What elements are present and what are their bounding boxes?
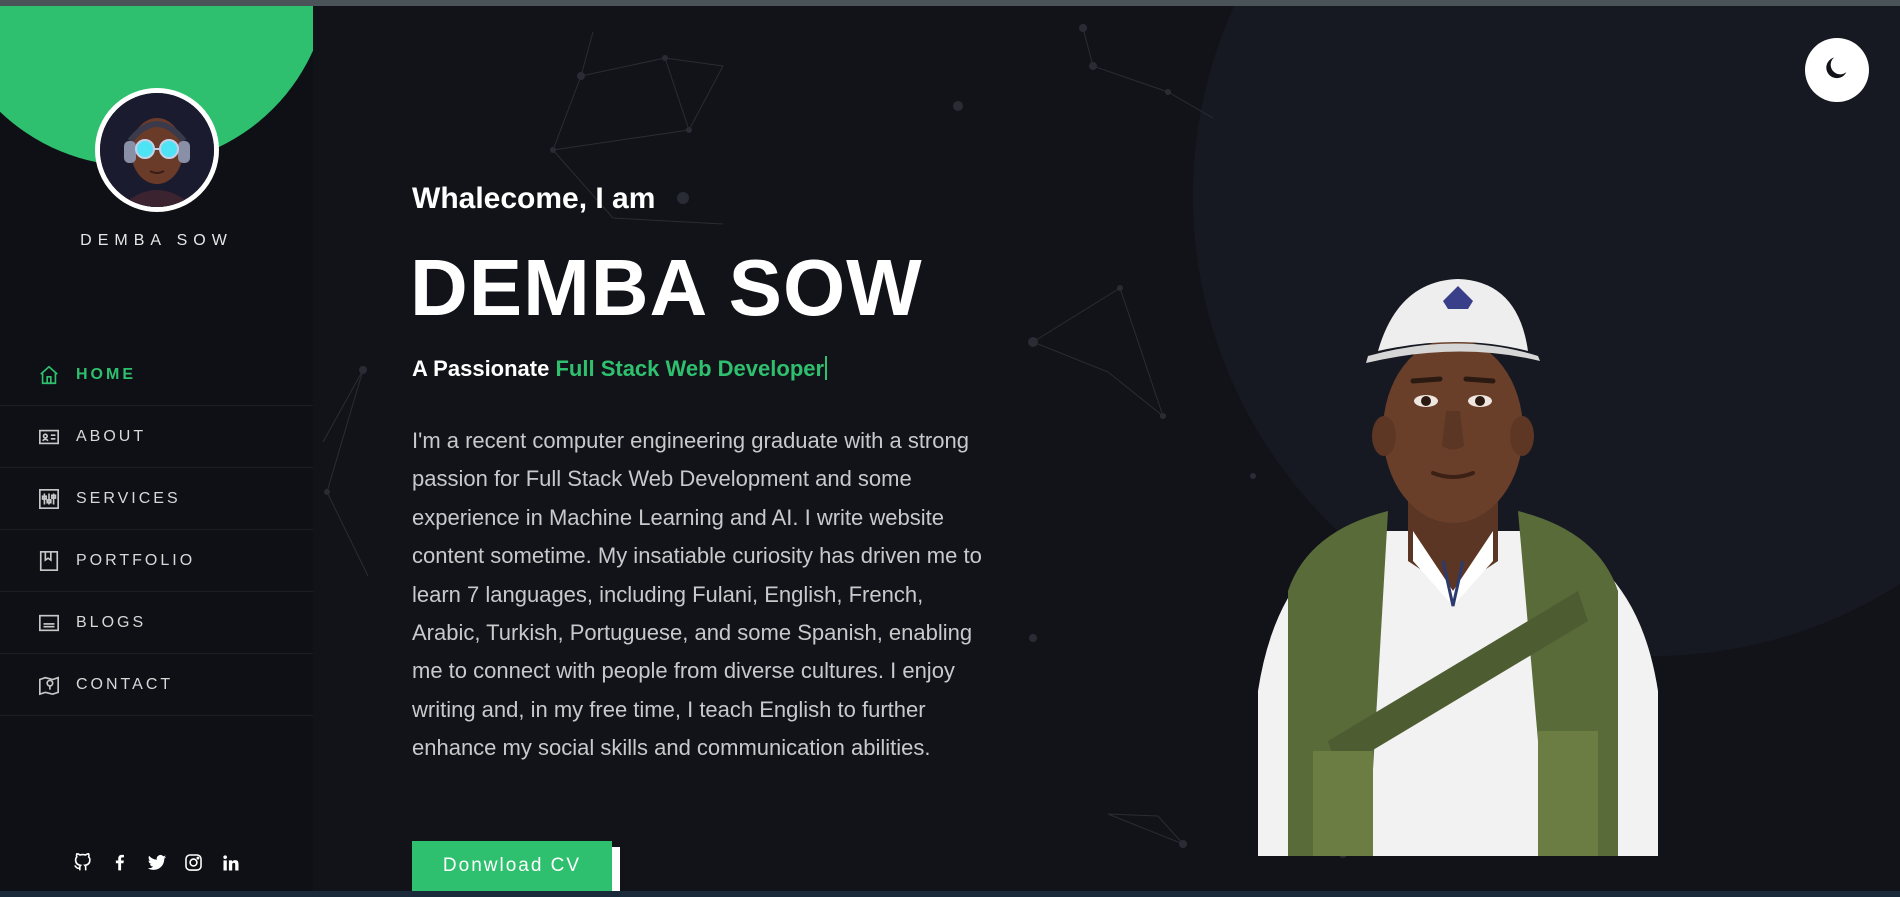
greeting-text: Whalecome, I am <box>412 182 656 215</box>
moon-icon <box>1823 54 1851 87</box>
download-cv-button[interactable]: Donwload CV <box>412 841 612 891</box>
home-icon <box>36 362 61 387</box>
avatar <box>95 88 219 212</box>
social-links <box>0 852 313 873</box>
nav-label: PORTFOLIO <box>76 551 196 569</box>
hero-tagline: A Passionate Full Stack Web Developer <box>412 356 828 382</box>
nav-item-contact[interactable]: CONTACT <box>0 654 313 716</box>
browser-bottom-edge <box>0 891 1900 897</box>
facebook-icon[interactable] <box>109 852 130 873</box>
id-card-icon <box>36 424 61 449</box>
typing-cursor <box>825 356 828 380</box>
instagram-icon[interactable] <box>183 852 204 873</box>
github-icon[interactable] <box>72 852 93 873</box>
nav-label: CONTACT <box>76 675 174 693</box>
developer-portrait <box>1258 279 1658 856</box>
main-content: Whalecome, I am DEMBA SOW A Passionate F… <box>313 6 1900 891</box>
theme-toggle-button[interactable] <box>1805 38 1869 102</box>
cv-button-wrapper: Donwload CV <box>412 841 620 891</box>
nav-label: SERVICES <box>76 489 181 507</box>
twitter-icon[interactable] <box>146 852 167 873</box>
sidebar: DEMBA SOW HOME ABOUT SERVICES PORTFOLIO <box>0 6 313 891</box>
sidebar-nav: HOME ABOUT SERVICES PORTFOLIO BLOGS CONT… <box>0 344 313 716</box>
bookmark-icon <box>36 548 61 573</box>
nav-item-home[interactable]: HOME <box>0 344 313 406</box>
nav-label: BLOGS <box>76 613 147 631</box>
sliders-icon <box>36 486 61 511</box>
list-icon <box>36 610 61 635</box>
nav-item-about[interactable]: ABOUT <box>0 406 313 468</box>
linkedin-icon[interactable] <box>220 852 241 873</box>
sidebar-name: DEMBA SOW <box>80 232 233 249</box>
nav-item-blogs[interactable]: BLOGS <box>0 592 313 654</box>
tagline-prefix: A Passionate <box>412 356 550 381</box>
nav-label: ABOUT <box>76 427 147 445</box>
about-paragraph: I'm a recent computer engineering gradua… <box>412 428 982 761</box>
tagline-role: Full Stack Web Developer <box>555 356 825 381</box>
nav-item-portfolio[interactable]: PORTFOLIO <box>0 530 313 592</box>
nav-item-services[interactable]: SERVICES <box>0 468 313 530</box>
nav-label: HOME <box>76 365 136 383</box>
map-icon <box>36 672 61 697</box>
hero-name: DEMBA SOW <box>410 243 923 332</box>
